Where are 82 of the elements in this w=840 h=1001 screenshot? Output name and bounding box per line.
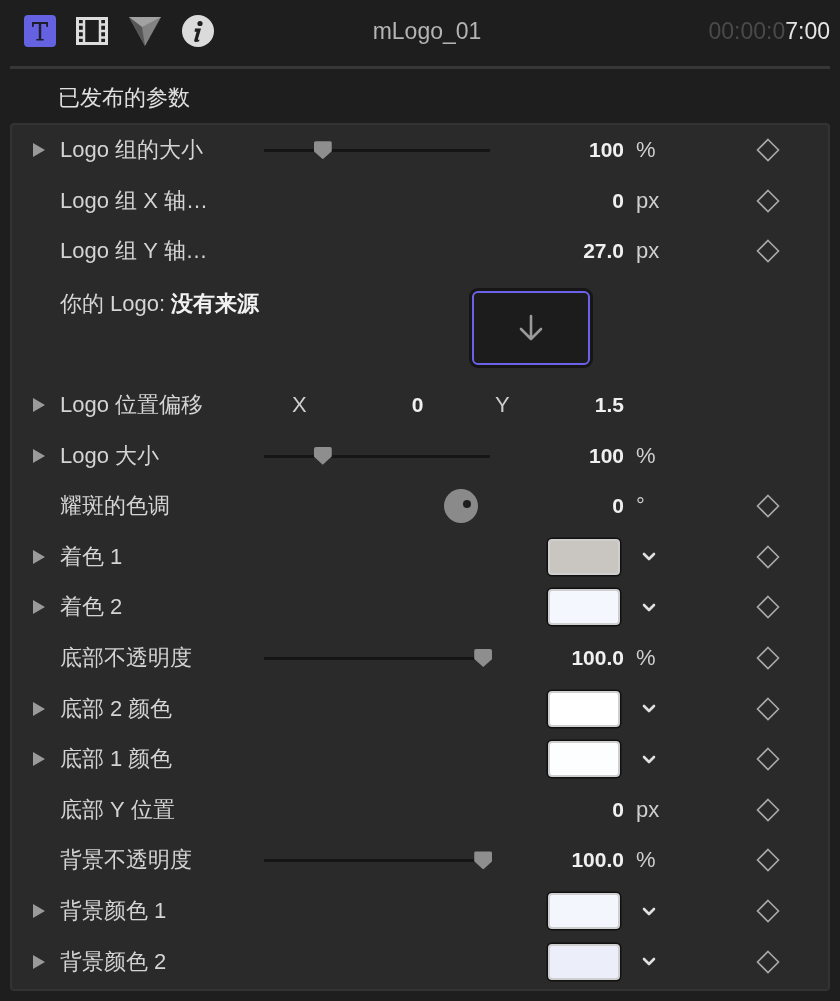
color-swatch[interactable]: [548, 690, 620, 727]
value-field[interactable]: 100.0: [571, 848, 624, 873]
color-swatch[interactable]: [548, 893, 620, 929]
parameter-label: Logo 位置偏移: [60, 391, 205, 420]
chevron-down-icon[interactable]: [642, 704, 656, 714]
parameter-label: 你的 Logo: 没有来源: [60, 289, 261, 318]
keyframe-diamond-icon[interactable]: [756, 188, 780, 213]
parameter-label: Logo 组的大小: [60, 136, 205, 165]
slider-thumb[interactable]: [474, 851, 493, 870]
keyframe-diamond-icon[interactable]: [756, 797, 780, 822]
keyframe-diamond-icon[interactable]: [756, 949, 780, 974]
section-heading: 已发布的参数: [57, 84, 191, 112]
unit-label: %: [636, 442, 656, 469]
parameter-label: Logo 组 Y 轴…: [60, 237, 209, 266]
parameter-label: 背景颜色 1: [60, 897, 168, 925]
axis-label: X: [292, 392, 307, 419]
disclosure-triangle-icon[interactable]: [32, 751, 46, 768]
keyframe-diamond-icon[interactable]: [756, 544, 780, 569]
value-field[interactable]: 0: [612, 494, 624, 519]
slider-thumb[interactable]: [313, 141, 332, 160]
disclosure-triangle-icon[interactable]: [32, 599, 46, 616]
chevron-down-icon[interactable]: [642, 754, 656, 764]
keyframe-diamond-icon[interactable]: [756, 747, 780, 772]
unit-label: %: [636, 645, 656, 672]
chevron-down-icon[interactable]: [642, 957, 656, 967]
unit-label: px: [636, 187, 660, 214]
keyframe-diamond-icon[interactable]: [756, 696, 780, 721]
color-swatch[interactable]: [548, 741, 620, 778]
value-field[interactable]: 0: [612, 188, 624, 213]
parameter-label: 背景颜色 2: [60, 947, 168, 976]
disclosure-triangle-icon[interactable]: [32, 700, 46, 717]
parameter-label: 底部 2 颜色: [60, 694, 174, 723]
chevron-down-icon[interactable]: [642, 906, 656, 916]
unit-label: °: [636, 493, 645, 520]
unit-label: %: [636, 847, 656, 874]
unit-label: %: [636, 137, 656, 164]
value-field[interactable]: 100.0: [571, 646, 624, 671]
parameter-label: 底部 Y 位置: [60, 795, 176, 824]
unit-label: px: [636, 238, 660, 265]
value-field[interactable]: 100: [588, 443, 624, 468]
parameter-label: 底部不透明度: [60, 644, 193, 673]
parameter-label: 底部 1 颜色: [60, 745, 174, 774]
triangle-icon[interactable]: [128, 15, 162, 47]
chevron-down-icon[interactable]: [642, 602, 656, 612]
clip-title: mLogo_01: [372, 17, 482, 45]
disclosure-triangle-icon[interactable]: [32, 903, 46, 919]
disclosure-triangle-icon[interactable]: [32, 142, 46, 159]
chevron-down-icon[interactable]: [642, 552, 656, 562]
text-tool-icon[interactable]: [24, 15, 56, 47]
parameter-label: 背景不透明度: [60, 846, 193, 875]
keyframe-diamond-icon[interactable]: [756, 848, 780, 873]
disclosure-triangle-icon[interactable]: [32, 447, 46, 464]
value-field[interactable]: 0: [411, 393, 424, 418]
value-field[interactable]: 27.0: [583, 239, 624, 264]
value-field[interactable]: 0: [612, 797, 624, 822]
parameter-label: 着色 1: [60, 542, 124, 571]
disclosure-triangle-icon[interactable]: [32, 953, 46, 970]
import-button[interactable]: [472, 290, 590, 365]
axis-label: Y: [495, 392, 510, 419]
parameter-label: 着色 2: [60, 593, 124, 622]
disclosure-triangle-icon[interactable]: [32, 397, 46, 414]
unit-label: px: [636, 796, 660, 823]
info-icon[interactable]: [182, 15, 214, 47]
color-swatch[interactable]: [548, 589, 620, 626]
parameter-label: Logo 大小: [60, 441, 161, 470]
keyframe-diamond-icon[interactable]: [756, 138, 780, 163]
slider-thumb[interactable]: [474, 649, 493, 668]
value-field[interactable]: 1.5: [594, 393, 624, 418]
color-swatch[interactable]: [548, 943, 620, 980]
color-swatch[interactable]: [548, 538, 620, 575]
hue-dial-icon[interactable]: [444, 489, 478, 524]
keyframe-diamond-icon[interactable]: [756, 646, 780, 671]
film-icon[interactable]: [76, 17, 108, 45]
parameter-label: Logo 组 X 轴…: [60, 186, 209, 215]
keyframe-diamond-icon[interactable]: [756, 494, 780, 519]
parameter-label: 耀斑的色调: [60, 492, 171, 521]
value-field[interactable]: 100: [588, 138, 624, 163]
keyframe-diamond-icon[interactable]: [756, 899, 780, 923]
keyframe-diamond-icon[interactable]: [756, 239, 780, 264]
keyframe-diamond-icon[interactable]: [756, 595, 780, 620]
disclosure-triangle-icon[interactable]: [32, 548, 46, 565]
slider-thumb[interactable]: [313, 446, 332, 465]
